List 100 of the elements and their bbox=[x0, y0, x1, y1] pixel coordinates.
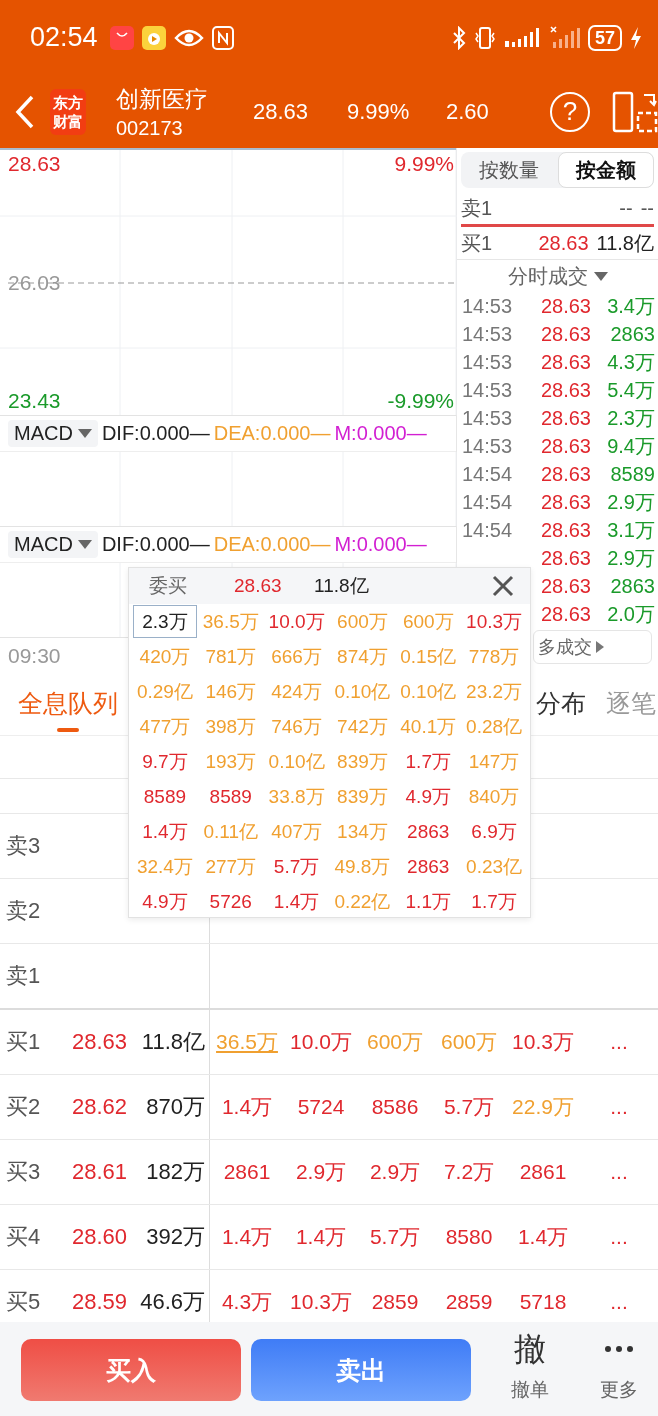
stock-name: 创新医疗 bbox=[116, 84, 209, 114]
trade-price: 28.63 bbox=[540, 406, 591, 430]
trade-volume: 2.0万 bbox=[606, 601, 655, 627]
cancel-glyph[interactable]: 撤 bbox=[514, 1329, 547, 1369]
queue-order[interactable]: 1.4万 bbox=[517, 1223, 569, 1251]
queue-order[interactable]: 10.3万 bbox=[461, 604, 527, 639]
time-label: 09:30 bbox=[8, 643, 61, 668]
queue-order[interactable]: 1.4万 bbox=[295, 1223, 347, 1251]
queue-volume: 11.8亿 bbox=[314, 574, 370, 598]
more-label[interactable]: 更多 bbox=[599, 1377, 638, 1403]
queue-order[interactable]: 2859 bbox=[445, 1290, 493, 1314]
section-title: 分时成交 bbox=[507, 263, 588, 289]
queue-order[interactable]: 2859 bbox=[371, 1290, 419, 1314]
queue-order[interactable]: 1.1万 bbox=[395, 884, 462, 919]
axis-label: 23.43 bbox=[8, 389, 61, 413]
trade-price: 28.63 bbox=[540, 602, 591, 626]
queue-tab[interactable]: 逐笔 bbox=[606, 672, 656, 735]
queue-order[interactable]: 1.7万 bbox=[395, 744, 462, 779]
axis-label: -9.99% bbox=[387, 389, 454, 413]
queue-order[interactable]: 5726 bbox=[197, 884, 264, 919]
queue-order[interactable]: 8580 bbox=[445, 1225, 493, 1249]
queue-order[interactable]: 5.7万 bbox=[443, 1093, 495, 1121]
indicator-dropdown[interactable]: MACD bbox=[8, 531, 98, 558]
charging-icon bbox=[630, 25, 642, 50]
queue-order[interactable]: 2.9万 bbox=[369, 1158, 421, 1186]
change-percent: 9.99% bbox=[347, 98, 411, 125]
queue-order[interactable]: 2.3万 bbox=[132, 604, 198, 639]
queue-order[interactable]: 5724 bbox=[297, 1095, 345, 1119]
buy-button[interactable]: 买入 bbox=[21, 1339, 241, 1401]
queue-order[interactable]: 4.9万 bbox=[132, 884, 198, 919]
level-label: 买1 bbox=[6, 1028, 42, 1056]
queue-order[interactable]: 5718 bbox=[519, 1290, 567, 1314]
indicator-value: DIF:0.000— bbox=[101, 533, 210, 556]
more-trades-button[interactable]: 多成交 bbox=[533, 630, 652, 664]
queue-order[interactable]: 2861 bbox=[223, 1160, 271, 1184]
more-orders[interactable]: ... bbox=[610, 1030, 628, 1054]
battery-level: 57 bbox=[587, 24, 622, 51]
axis-label: 9.99% bbox=[394, 152, 454, 176]
more-orders[interactable]: ... bbox=[610, 1225, 628, 1249]
help-button[interactable]: ? bbox=[550, 91, 590, 132]
level-volume: 182万 bbox=[146, 1158, 205, 1186]
trade-time: 14:53 bbox=[462, 294, 514, 318]
queue-order[interactable]: 1.4万 bbox=[221, 1093, 273, 1121]
trade-price: 28.63 bbox=[540, 294, 591, 318]
app-icon bbox=[141, 25, 166, 50]
queue-order[interactable]: 8586 bbox=[371, 1095, 419, 1119]
more-orders[interactable]: ... bbox=[610, 1160, 628, 1184]
queue-order[interactable]: 10.0万 bbox=[263, 604, 330, 639]
queue-order[interactable]: 8589 bbox=[132, 779, 198, 814]
queue-order[interactable]: 2863 bbox=[395, 814, 462, 849]
queue-order[interactable]: 2863 bbox=[395, 849, 462, 884]
queue-side: 委买 bbox=[149, 574, 188, 598]
level-price: 28.61 bbox=[72, 1159, 129, 1185]
mode-tab[interactable]: 按金额 bbox=[557, 152, 654, 188]
indicator-value: DEA:0.000— bbox=[213, 422, 331, 445]
clock: 02:54 bbox=[30, 22, 98, 53]
queue-order[interactable]: 1.7万 bbox=[461, 884, 527, 919]
trade-price: 28.63 bbox=[540, 350, 591, 374]
queue-order[interactable]: 9.7万 bbox=[132, 744, 198, 779]
more-orders[interactable]: ... bbox=[610, 1290, 628, 1314]
trade-price: 28.63 bbox=[540, 546, 591, 570]
mode-tab[interactable]: 按数量 bbox=[461, 152, 558, 188]
queue-order[interactable]: 4.9万 bbox=[395, 779, 462, 814]
queue-order[interactable]: 6.9万 bbox=[461, 814, 527, 849]
cancel-order-label[interactable]: 撤单 bbox=[511, 1377, 550, 1403]
queue-tab[interactable]: 全息队列 bbox=[18, 672, 118, 735]
trade-volume: 2.9万 bbox=[606, 489, 655, 515]
queue-order[interactable]: 7.2万 bbox=[443, 1158, 495, 1186]
indicator-dropdown[interactable]: MACD bbox=[8, 420, 98, 447]
trade-time: 14:54 bbox=[462, 490, 514, 514]
queue-order[interactable]: 5.7万 bbox=[369, 1223, 421, 1251]
queue-order[interactable]: 4.3万 bbox=[221, 1288, 273, 1316]
queue-order[interactable]: 1.4万 bbox=[221, 1223, 273, 1251]
level-price: -- bbox=[619, 196, 633, 220]
queue-order[interactable]: 10.3万 bbox=[512, 1028, 574, 1056]
level-label: 买3 bbox=[6, 1158, 42, 1186]
queue-order[interactable]: 5.7万 bbox=[263, 849, 330, 884]
back-icon[interactable] bbox=[14, 93, 36, 130]
queue-order[interactable]: 10.3万 bbox=[290, 1288, 352, 1316]
split-screen-icon[interactable] bbox=[612, 90, 658, 133]
sell-button[interactable]: 卖出 bbox=[251, 1339, 471, 1401]
change-amount: 2.60 bbox=[446, 98, 490, 125]
level-volume: 11.8亿 bbox=[596, 230, 654, 256]
queue-order[interactable]: 2.9万 bbox=[295, 1158, 347, 1186]
queue-order[interactable]: 1.4万 bbox=[263, 884, 330, 919]
trade-time: 14:53 bbox=[462, 322, 514, 346]
level-price: 28.63 bbox=[538, 231, 589, 255]
more-orders[interactable]: ... bbox=[610, 1095, 628, 1119]
stock-price: 28.63 bbox=[253, 98, 310, 125]
queue-tab[interactable]: 分布 bbox=[536, 672, 586, 735]
signal-icon bbox=[503, 26, 542, 49]
trade-time: 14:53 bbox=[462, 406, 514, 430]
queue-order[interactable]: 1.4万 bbox=[132, 814, 198, 849]
queue-order[interactable]: 2861 bbox=[519, 1160, 567, 1184]
queue-order[interactable]: 8589 bbox=[197, 779, 264, 814]
close-icon[interactable] bbox=[492, 575, 514, 597]
level-volume: 11.8亿 bbox=[141, 1028, 205, 1056]
queue-order[interactable]: 10.0万 bbox=[290, 1028, 352, 1056]
level-price: 28.59 bbox=[72, 1289, 129, 1315]
app-icon bbox=[109, 25, 134, 50]
